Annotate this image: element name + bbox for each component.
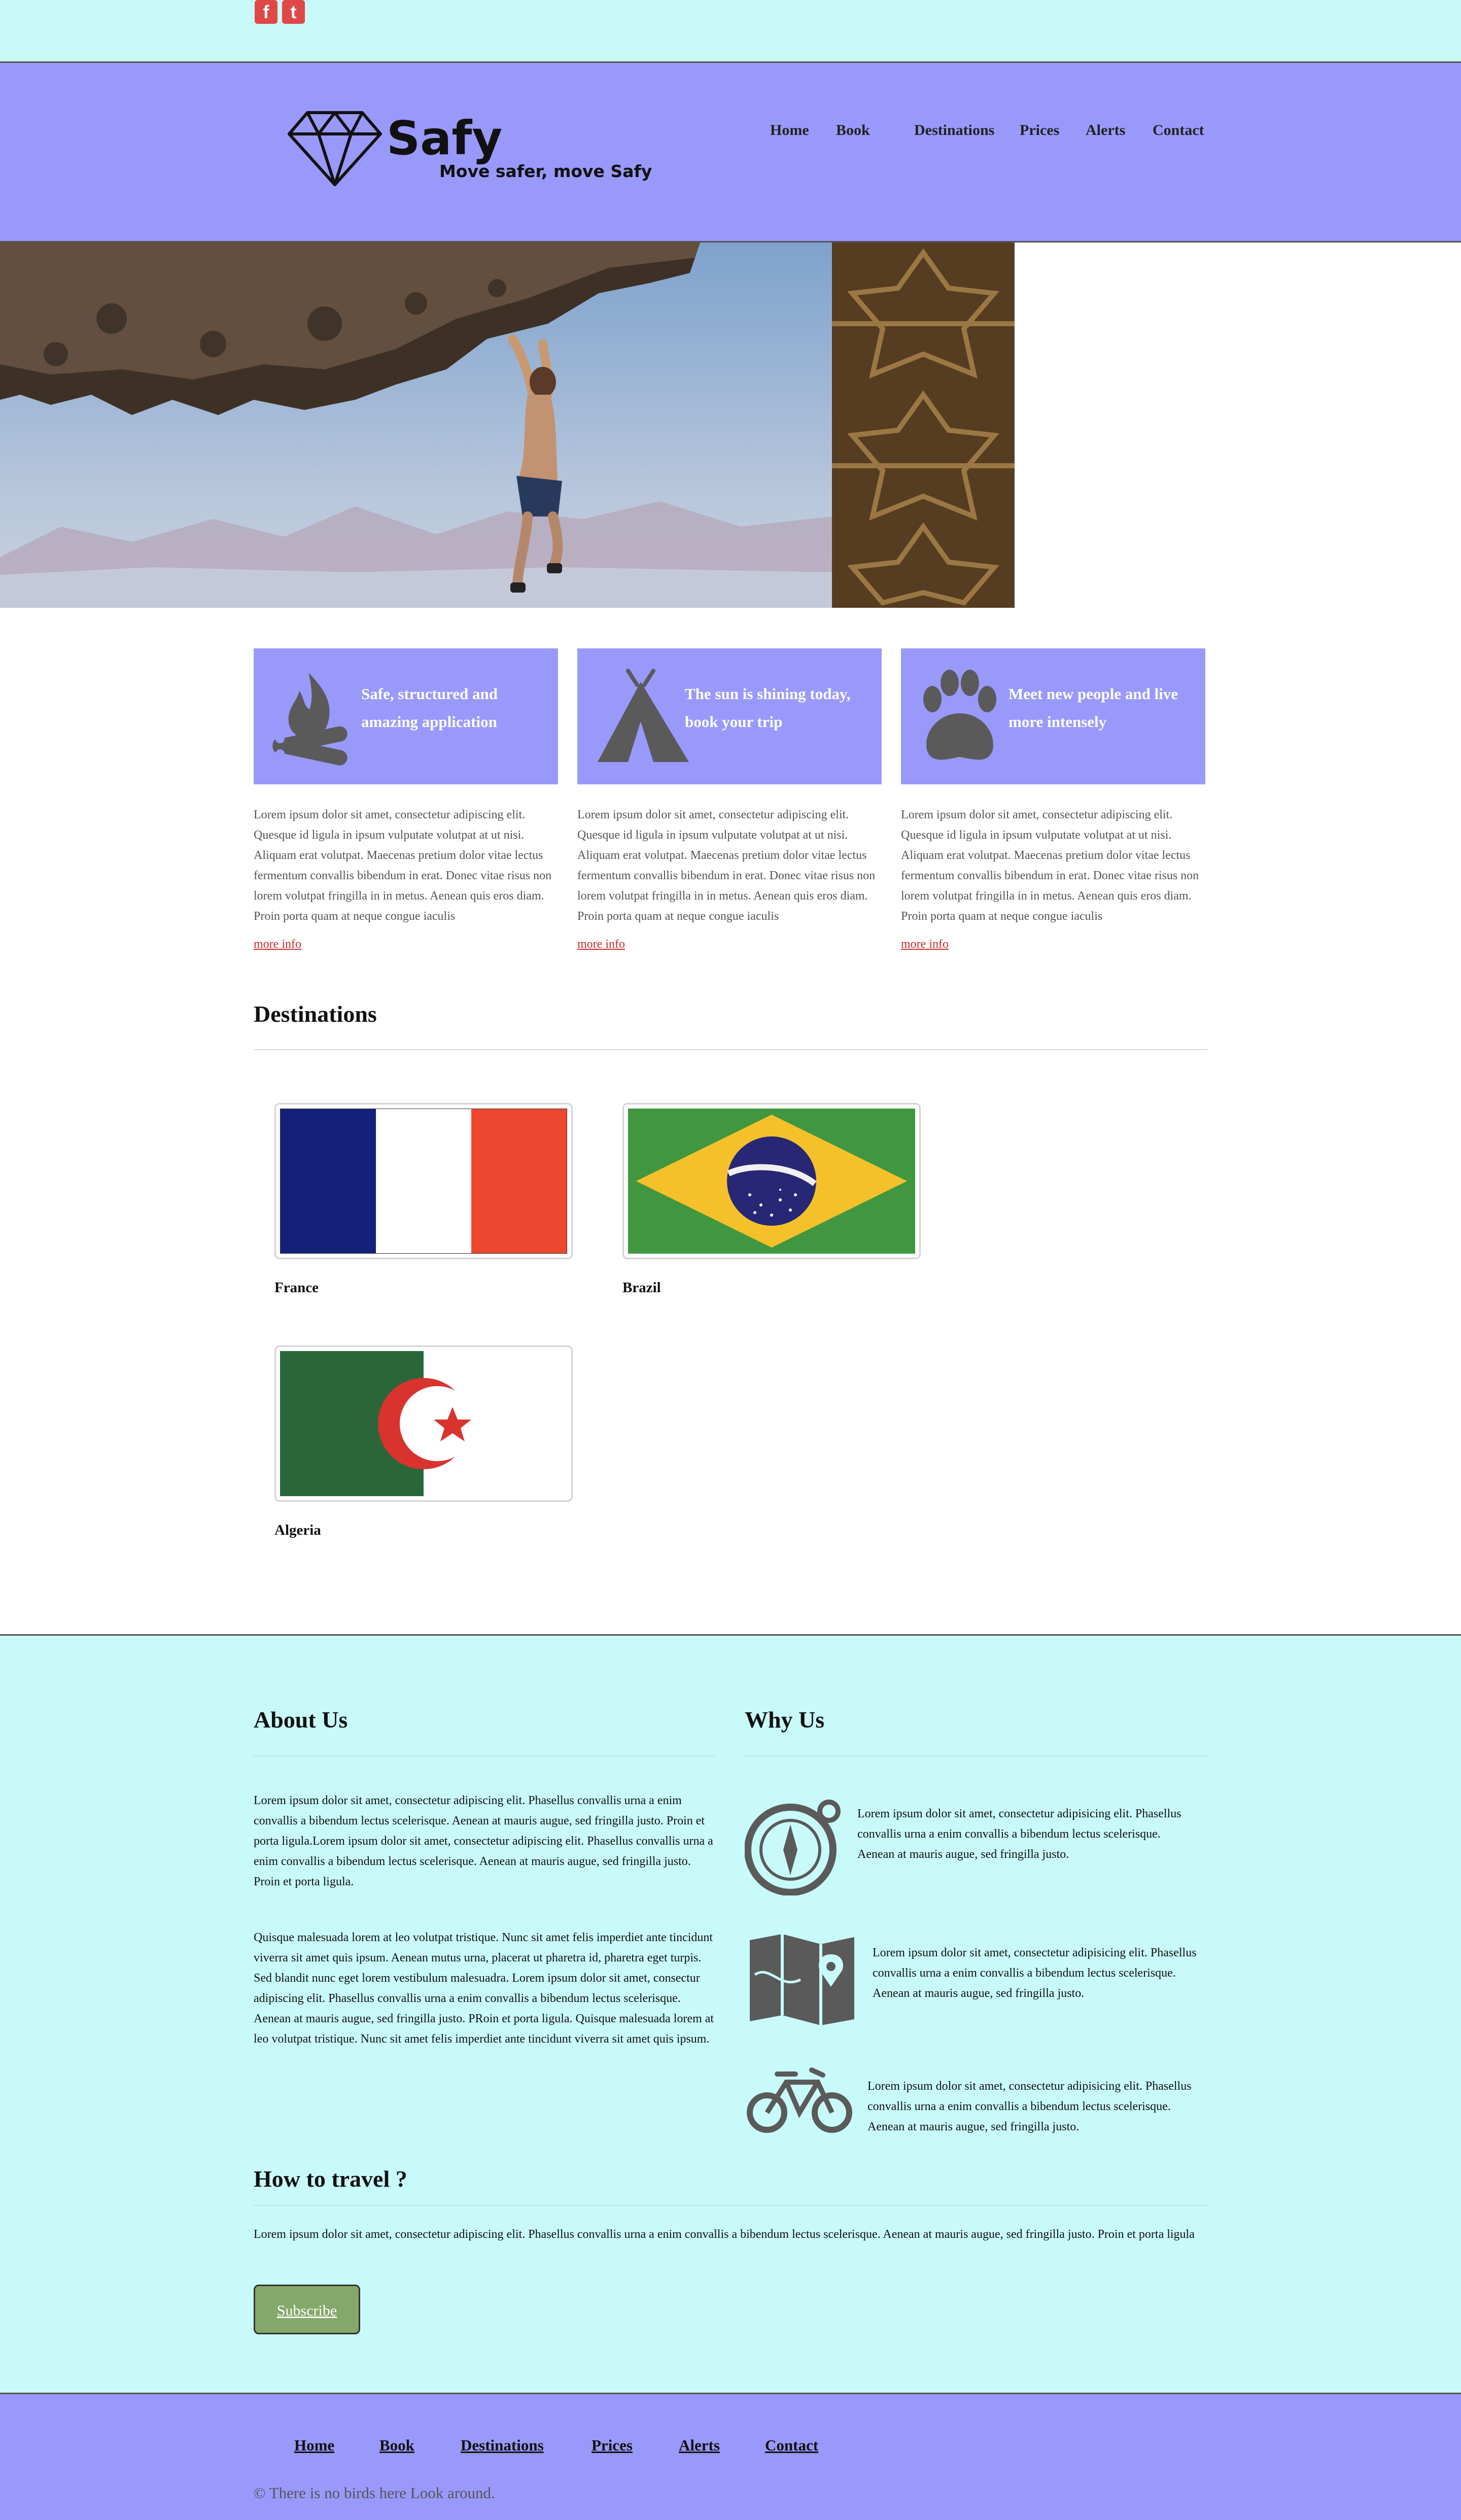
feature-box-3: Meet new people and live more intensely: [901, 648, 1205, 784]
hero-image: [0, 243, 832, 608]
why-text-2: Lorem ipsum dolor sit amet, consectetur …: [873, 1946, 1197, 2000]
footer-nav-home[interactable]: Home: [294, 2436, 334, 2455]
destination-name[interactable]: Algeria: [274, 1522, 321, 1539]
footer-nav-alerts[interactable]: Alerts: [679, 2436, 720, 2455]
top-social-bar: [0, 0, 1461, 63]
tent-icon: [598, 669, 689, 762]
algeria-flag-icon: [280, 1351, 567, 1496]
more-info-link-1[interactable]: more info: [254, 938, 301, 951]
more-info-link-2[interactable]: more info: [577, 938, 625, 951]
travel-heading: How to travel ?: [254, 2166, 407, 2192]
destinations-heading: Destinations: [254, 1001, 377, 1027]
footer-nav-contact[interactable]: Contact: [765, 2436, 818, 2455]
why-text-3: Lorem ipsum dolor sit amet, consectetur …: [867, 2080, 1192, 2133]
about-section: [0, 1634, 1461, 2394]
site-footer: [0, 2393, 1461, 2520]
subscribe-button[interactable]: Subscribe: [254, 2285, 360, 2334]
nav-home[interactable]: Home: [770, 122, 809, 139]
divider: [254, 2205, 1207, 2206]
nav-prices[interactable]: Prices: [1020, 122, 1059, 139]
feature-box-2: The sun is shining today, book your trip: [577, 648, 882, 784]
nav-contact[interactable]: Contact: [1153, 122, 1204, 139]
footer-nav-prices[interactable]: Prices: [592, 2436, 633, 2455]
feature-box-1: Safe, structured and amazing application: [254, 648, 558, 784]
footer-nav-destinations[interactable]: Destinations: [461, 2436, 544, 2455]
compass-icon: [745, 1800, 841, 1895]
bicycle-icon: [747, 2067, 852, 2133]
feature-title: Meet new people and live more intensely: [1008, 685, 1178, 731]
twitter-icon[interactable]: t: [282, 0, 305, 24]
france-flag-icon: [280, 1109, 567, 1254]
destination-name[interactable]: Brazil: [622, 1280, 661, 1296]
divider: [745, 1755, 1207, 1756]
destination-card-france[interactable]: [274, 1103, 573, 1259]
nav-alerts[interactable]: Alerts: [1086, 122, 1125, 139]
feature-title: The sun is shining today, book your trip: [685, 685, 851, 731]
brand-tagline: Move safer, move Safy: [439, 161, 652, 181]
about-heading: About Us: [254, 1707, 348, 1733]
about-paragraph-2: Quisque malesuada lorem at leo volutpat …: [254, 1931, 714, 2046]
copyright: © There is no birds here Look around.: [254, 2484, 495, 2502]
map-icon: [750, 1934, 854, 2025]
more-info-link-3[interactable]: more info: [901, 938, 949, 951]
campfire-icon: [272, 673, 347, 766]
divider: [254, 1755, 714, 1756]
site-header: [0, 63, 1461, 243]
footer-nav-book[interactable]: Book: [379, 2436, 414, 2455]
carved-door-image: [832, 243, 1015, 608]
destination-name[interactable]: France: [274, 1280, 319, 1296]
destination-card-algeria[interactable]: [274, 1345, 573, 1502]
why-heading: Why Us: [745, 1707, 825, 1733]
divider: [254, 1049, 1207, 1050]
nav-destinations[interactable]: Destinations: [914, 122, 994, 139]
facebook-icon[interactable]: f: [255, 0, 277, 24]
feature-text-3: Lorem ipsum dolor sit amet, consectetur …: [901, 808, 1199, 923]
nav-book[interactable]: Book: [836, 122, 870, 139]
brand-name[interactable]: Safy: [387, 111, 502, 166]
feature-text-2: Lorem ipsum dolor sit amet, consectetur …: [577, 808, 876, 923]
diamond-icon[interactable]: [287, 111, 382, 187]
about-paragraph-1: Lorem ipsum dolor sit amet, consectetur …: [254, 1794, 713, 1888]
brazil-flag-icon: [628, 1109, 915, 1254]
destination-card-brazil[interactable]: [622, 1103, 921, 1259]
feature-title: Safe, structured and amazing application: [361, 685, 498, 731]
paw-icon: [923, 670, 996, 760]
travel-text: Lorem ipsum dolor sit amet, consectetur …: [254, 2228, 1195, 2241]
feature-text-1: Lorem ipsum dolor sit amet, consectetur …: [254, 808, 552, 923]
why-text-1: Lorem ipsum dolor sit amet, consectetur …: [857, 1807, 1181, 1861]
